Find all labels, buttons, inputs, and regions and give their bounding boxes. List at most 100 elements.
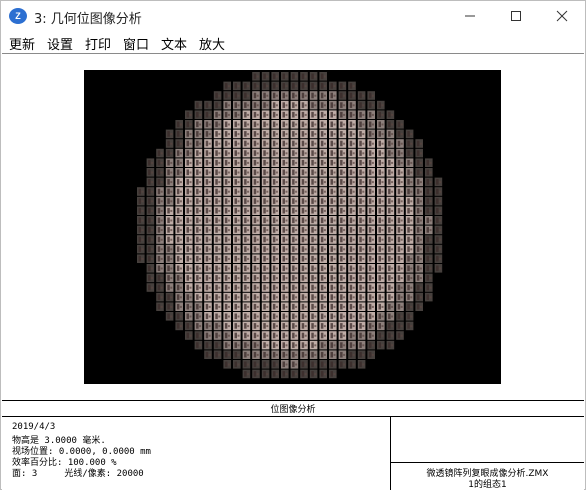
lenslet-image-cell	[233, 254, 241, 263]
lenslet-image-cell	[396, 206, 404, 215]
menu-settings[interactable]: 设置	[47, 34, 73, 53]
lenslet-image-cell	[156, 235, 164, 244]
lenslet-image-cell	[156, 302, 164, 311]
lenslet-image-cell	[377, 168, 385, 177]
lenslet-image-cell	[185, 321, 193, 331]
lenslet-image-cell	[377, 292, 385, 302]
lenslet-image-cell	[194, 100, 203, 110]
lenslet-image-cell	[223, 225, 231, 235]
lenslet-image-cell	[348, 254, 356, 263]
bitmap-image-plot[interactable]	[84, 70, 501, 384]
lenslet-image-cell	[386, 206, 395, 215]
lenslet-image-cell	[252, 72, 260, 81]
lenslet-image-cell	[165, 225, 174, 235]
menu-zoom[interactable]: 放大	[199, 34, 225, 53]
lenslet-image-cell	[319, 302, 327, 311]
lenslet-image-cell	[348, 177, 356, 187]
lenslet-image-cell	[319, 168, 327, 177]
lenslet-image-cell	[223, 129, 231, 139]
lenslet-image-cell	[396, 158, 404, 167]
lenslet-image-cell	[213, 331, 222, 340]
lenslet-image-cell	[386, 196, 395, 206]
lenslet-image-cell	[194, 177, 203, 187]
lenslet-image-cell	[386, 273, 395, 283]
lenslet-image-cell	[348, 100, 356, 110]
lenslet-image-cell	[271, 331, 279, 340]
lenslet-image-cell	[405, 321, 414, 331]
lenslet-image-cell	[396, 331, 404, 340]
lenslet-image-cell	[271, 100, 279, 110]
close-button[interactable]	[539, 1, 585, 31]
lenslet-image-cell	[309, 331, 318, 340]
lenslet-image-cell	[338, 120, 347, 129]
lenslet-image-cell	[281, 72, 289, 81]
lenslet-image-cell	[348, 129, 356, 139]
menu-print[interactable]: 打印	[85, 34, 111, 53]
lenslet-image-cell	[213, 91, 222, 100]
lenslet-image-cell	[194, 225, 203, 235]
lenslet-image-cell	[137, 235, 145, 244]
lenslet-image-cell	[271, 187, 279, 196]
lenslet-image-cell	[348, 283, 356, 292]
lenslet-image-cell	[261, 187, 270, 196]
lenslet-image-cell	[309, 321, 318, 331]
menu-text[interactable]: 文本	[161, 34, 187, 53]
lenslet-image-cell	[252, 302, 260, 311]
lenslet-image-cell	[309, 292, 318, 302]
lenslet-image-cell	[165, 158, 174, 167]
lenslet-image-cell	[290, 81, 299, 91]
lenslet-image-cell	[290, 340, 299, 350]
lenslet-image-cell	[348, 321, 356, 331]
lenslet-image-cell	[415, 139, 423, 148]
menu-window[interactable]: 窗口	[123, 34, 149, 53]
lenslet-image-cell	[233, 235, 241, 244]
lenslet-image-cell	[261, 148, 270, 158]
lenslet-image-cell	[290, 331, 299, 340]
lenslet-image-cell	[329, 235, 337, 244]
lenslet-image-cell	[204, 120, 212, 129]
lenslet-image-cell	[377, 264, 385, 273]
lenslet-image-cell	[271, 340, 279, 350]
lenslet-image-cell	[271, 225, 279, 235]
lenslet-image-cell	[204, 187, 212, 196]
lenslet-image-cell	[271, 91, 279, 100]
lenslet-image-cell	[175, 120, 183, 129]
lenslet-image-cell	[175, 273, 183, 283]
lenslet-image-cell	[213, 110, 222, 119]
lenslet-image-cell	[367, 168, 375, 177]
lenslet-image-cell	[319, 350, 327, 359]
lenslet-image-cell	[281, 120, 289, 129]
lenslet-image-cell	[242, 321, 251, 331]
lenslet-image-cell	[185, 283, 193, 292]
lenslet-image-cell	[405, 273, 414, 283]
lenslet-image-cell	[309, 148, 318, 158]
lenslet-image-cell	[281, 148, 289, 158]
file-info-divider	[391, 462, 584, 463]
lenslet-image-cell	[185, 302, 193, 311]
lenslet-image-cell	[233, 350, 241, 359]
lenslet-image-cell	[386, 177, 395, 187]
lenslet-image-cell	[242, 312, 251, 321]
lenslet-image-cell	[367, 120, 375, 129]
lenslet-image-cell	[338, 350, 347, 359]
lenslet-image-cell	[252, 225, 260, 235]
lenslet-image-cell	[242, 254, 251, 263]
lenslet-image-cell	[367, 129, 375, 139]
maximize-button[interactable]	[493, 1, 539, 31]
lenslet-image-cell	[175, 158, 183, 167]
lenslet-image-cell	[386, 340, 395, 350]
minimize-button[interactable]	[447, 1, 493, 31]
lenslet-image-cell	[233, 158, 241, 167]
lenslet-image-cell	[377, 340, 385, 350]
lenslet-image-cell	[185, 139, 193, 148]
lenslet-image-cell	[281, 187, 289, 196]
lenslet-image-cell	[338, 110, 347, 119]
lenslet-image-cell	[165, 148, 174, 158]
lenslet-image-cell	[261, 244, 270, 254]
lenslet-image-cell	[319, 331, 327, 340]
menu-update[interactable]: 更新	[9, 34, 35, 53]
lenslet-image-cell	[281, 91, 289, 100]
lenslet-image-cell	[319, 369, 327, 379]
lenslet-image-cell	[290, 91, 299, 100]
title-bar[interactable]: Z 3: 几何位图像分析	[1, 1, 585, 31]
